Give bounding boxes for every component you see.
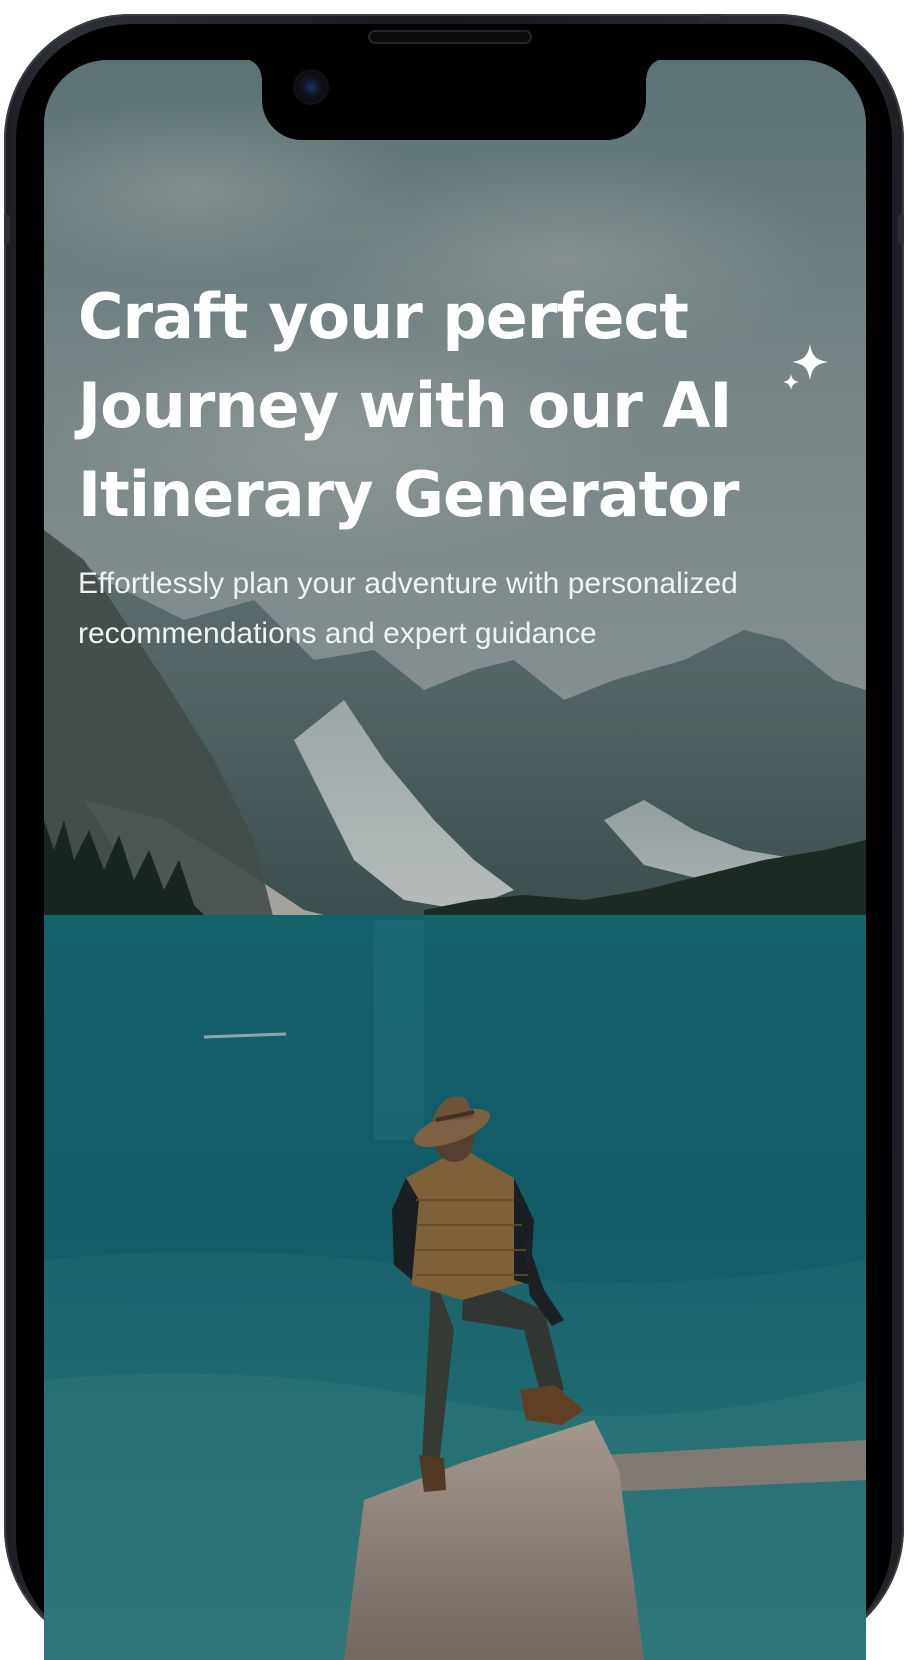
power-button <box>898 214 904 244</box>
volume-button <box>4 214 10 244</box>
top-button <box>702 14 722 20</box>
front-camera <box>296 72 326 102</box>
hero-section: Craft your perfect Journey with our AI I… <box>78 272 798 659</box>
sparkle-icon <box>783 344 828 390</box>
speaker-grille <box>368 30 532 44</box>
hero-headline: Craft your perfect Journey with our AI I… <box>78 280 740 531</box>
notch <box>242 60 666 140</box>
hero-subtitle: Effortlessly plan your adventure with pe… <box>78 567 738 650</box>
